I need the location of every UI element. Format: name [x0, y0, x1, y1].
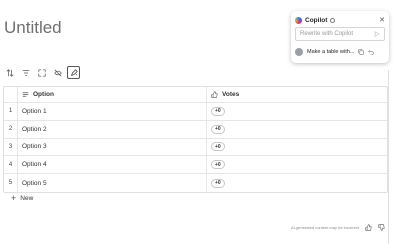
copy-icon[interactable] [358, 49, 365, 55]
row-number: 5 [4, 174, 18, 192]
table: Option Votes 1 Option 1 +0 2 Option 2 +0 [3, 86, 388, 193]
thumbs-down-feedback-button[interactable] [378, 224, 385, 231]
option-cell[interactable]: Option 1 [18, 103, 207, 120]
thumbs-up-feedback-button[interactable] [365, 224, 372, 231]
text-column-icon [22, 91, 29, 98]
votes-header-label: Votes [222, 91, 240, 98]
copilot-panel: Copilot ✕ Rewrite with Copilot Make a ta… [291, 11, 389, 63]
vote-button[interactable]: +0 [211, 160, 225, 170]
row-number: 2 [4, 120, 18, 138]
new-row-button[interactable]: + New [11, 194, 33, 203]
ai-footer: AI-generated content may be incorrect [291, 224, 385, 231]
vote-button[interactable]: +0 [211, 142, 225, 152]
vote-button[interactable]: +0 [211, 106, 225, 116]
table-row: 4 Option 4 +0 [4, 156, 387, 175]
vote-button[interactable]: +0 [211, 124, 225, 134]
copilot-input-placeholder: Rewrite with Copilot [300, 31, 354, 37]
option-cell[interactable]: Option 5 [18, 174, 207, 192]
ai-disclaimer: AI-generated content may be incorrect [290, 225, 359, 230]
copilot-prompt-input[interactable]: Rewrite with Copilot [295, 27, 385, 41]
undo-icon[interactable] [368, 49, 375, 55]
votes-column-header[interactable]: Votes [207, 87, 387, 102]
filter-button[interactable] [19, 66, 32, 79]
votes-cell: +0 [207, 103, 387, 120]
expand-button[interactable] [35, 66, 48, 79]
sort-icon [6, 68, 13, 77]
thumbs-down-icon [378, 224, 385, 231]
option-cell[interactable]: Option 4 [18, 156, 207, 174]
copilot-edit-icon [70, 68, 78, 76]
hide-button[interactable] [51, 66, 64, 79]
copilot-logo-icon [295, 16, 302, 24]
page-title[interactable]: Untitled [4, 18, 62, 38]
copilot-header: Copilot ✕ [295, 15, 385, 25]
loop-page: Untitled Option Votes 1 Option 1 +0 2 Op… [0, 0, 399, 244]
close-icon[interactable]: ✕ [379, 17, 385, 24]
avatar [295, 48, 303, 56]
table-toolbar [3, 66, 80, 79]
scroll-rail [388, 70, 389, 244]
table-row: 5 Option 5 +0 [4, 174, 387, 192]
row-number: 3 [4, 138, 18, 156]
table-row: 1 Option 1 +0 [4, 103, 387, 121]
thumbs-up-icon [365, 224, 372, 231]
table-header-row: Option Votes [4, 87, 387, 103]
copilot-suggestion[interactable]: Make a table with... [295, 46, 385, 58]
votes-cell: +0 [207, 139, 387, 156]
votes-cell: +0 [207, 174, 387, 192]
table-row: 2 Option 2 +0 [4, 120, 387, 139]
expand-icon [37, 68, 46, 77]
filter-icon [22, 69, 29, 76]
plus-icon: + [11, 193, 17, 203]
option-cell[interactable]: Option 2 [18, 120, 207, 138]
votes-cell: +0 [207, 121, 387, 138]
row-number: 1 [4, 103, 18, 120]
option-header-label: Option [33, 91, 54, 98]
copilot-suggestion-text: Make a table with... [307, 49, 355, 55]
row-number: 4 [4, 156, 18, 174]
copilot-edit-button[interactable] [67, 66, 80, 79]
copilot-title: Copilot [305, 16, 328, 24]
vote-button[interactable]: +0 [211, 178, 225, 188]
table-row: 3 Option 3 +0 [4, 138, 387, 157]
sort-button[interactable] [3, 66, 16, 79]
thumbs-up-icon [211, 91, 218, 98]
votes-cell: +0 [207, 156, 387, 173]
option-column-header[interactable]: Option [18, 87, 207, 102]
option-cell[interactable]: Option 3 [18, 138, 207, 156]
new-row-label: New [20, 195, 34, 202]
info-icon[interactable] [330, 17, 336, 23]
row-number-header [4, 87, 18, 102]
send-icon[interactable] [374, 31, 380, 37]
hide-icon [53, 69, 62, 76]
